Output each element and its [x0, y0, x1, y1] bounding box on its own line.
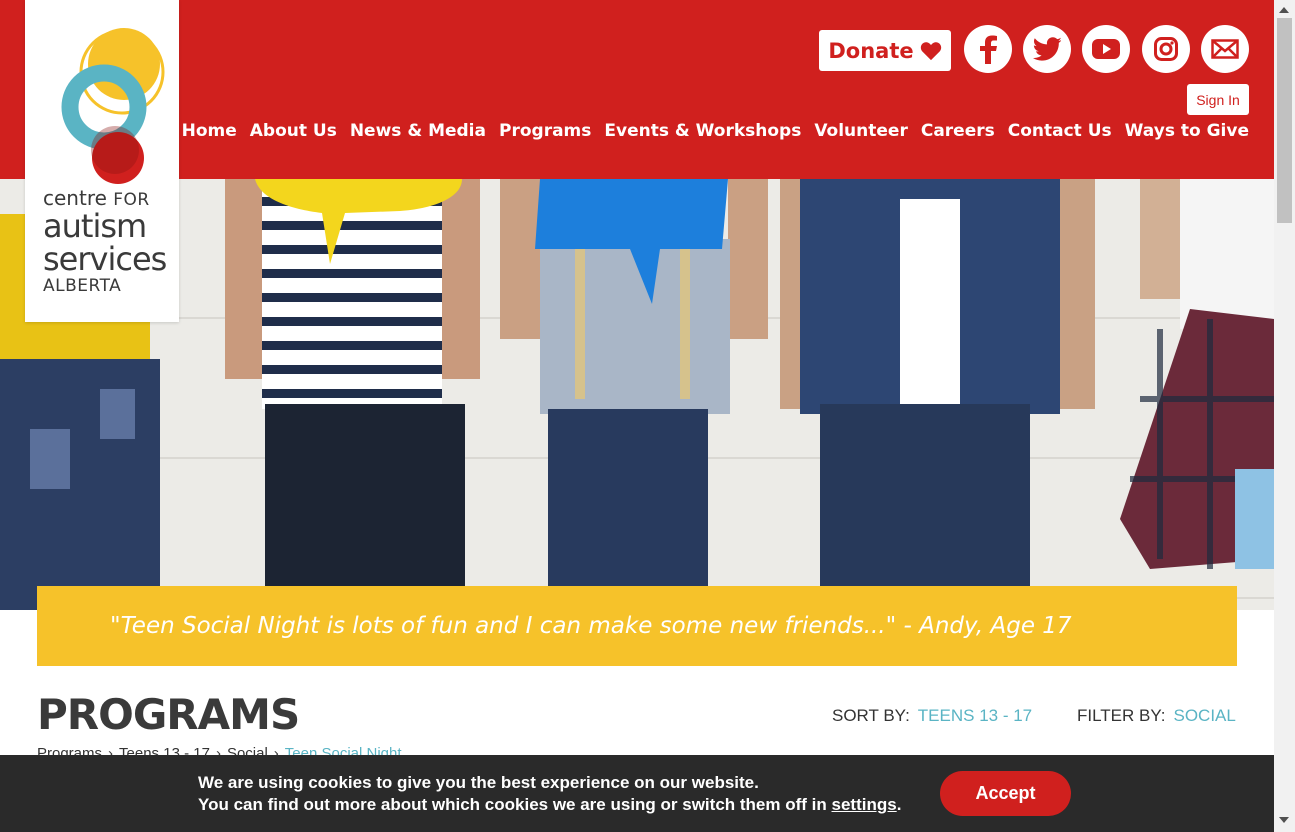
main-nav: Home About Us News & Media Programs Even… — [182, 121, 1249, 141]
logo-alberta-text: ALBERTA — [43, 276, 122, 296]
site-logo[interactable]: centre FOR autism services ALBERTA — [25, 0, 179, 322]
cookie-line-2-text: You can find out more about which cookie… — [198, 795, 827, 814]
cookie-message: We are using cookies to give you the bes… — [198, 772, 901, 816]
sort-control: SORT BY: TEENS 13 - 17 — [832, 706, 1032, 726]
hero-people-illustration — [0, 179, 1274, 610]
heart-icon — [920, 41, 941, 60]
cookie-line-2: You can find out more about which cookie… — [198, 794, 901, 816]
email-icon — [1211, 39, 1239, 59]
youtube-icon — [1092, 39, 1120, 59]
scroll-up-icon[interactable] — [1279, 7, 1289, 13]
cookie-line-2-suffix: . — [896, 795, 902, 814]
facebook-button[interactable] — [964, 25, 1012, 73]
email-button[interactable] — [1201, 25, 1249, 73]
testimonial-banner: "Teen Social Night is lots of fun and I … — [37, 586, 1237, 666]
logo-text: centre FOR autism services ALBERTA — [43, 188, 167, 296]
filter-value-link[interactable]: SOCIAL — [1174, 706, 1236, 726]
scrollbar-thumb[interactable] — [1277, 18, 1292, 223]
twitter-button[interactable] — [1023, 25, 1071, 73]
scroll-down-icon[interactable] — [1279, 817, 1289, 823]
sort-label: SORT BY: — [832, 706, 910, 725]
testimonial-quote: "Teen Social Night is lots of fun and I … — [110, 613, 1072, 639]
logo-services-text: services — [43, 240, 167, 278]
filter-control: FILTER BY: SOCIAL — [1077, 706, 1236, 726]
logo-autism-text: autism — [43, 207, 147, 245]
twitter-icon — [1033, 37, 1061, 61]
nav-contact-us[interactable]: Contact Us — [1008, 121, 1112, 141]
nav-careers[interactable]: Careers — [921, 121, 995, 141]
instagram-button[interactable] — [1142, 25, 1190, 73]
nav-home[interactable]: Home — [182, 121, 237, 141]
cookie-line-1: We are using cookies to give you the bes… — [198, 773, 759, 792]
cookie-banner: We are using cookies to give you the bes… — [0, 755, 1274, 832]
filter-label: FILTER BY: — [1077, 706, 1166, 725]
nav-about-us[interactable]: About Us — [250, 121, 337, 141]
nav-volunteer[interactable]: Volunteer — [814, 121, 908, 141]
page-title: PROGRAMS — [37, 690, 300, 739]
hero-image — [0, 179, 1274, 610]
facebook-icon — [980, 35, 997, 64]
logo-circles-icon — [61, 28, 165, 184]
accept-cookies-button[interactable]: Accept — [940, 771, 1071, 816]
cookie-settings-link[interactable]: settings — [832, 795, 897, 814]
sign-in-button[interactable]: Sign In — [1187, 84, 1249, 115]
sort-value-link[interactable]: TEENS 13 - 17 — [918, 706, 1032, 726]
page-scrollbar[interactable] — [1274, 0, 1295, 832]
site-header: Donate Sign In Home About Us News & Medi… — [0, 0, 1274, 179]
nav-programs[interactable]: Programs — [499, 121, 591, 141]
donate-button[interactable]: Donate — [819, 30, 951, 71]
instagram-icon — [1154, 37, 1178, 61]
donate-label: Donate — [828, 38, 914, 63]
nav-events-workshops[interactable]: Events & Workshops — [604, 121, 801, 141]
youtube-button[interactable] — [1082, 25, 1130, 73]
nav-ways-to-give[interactable]: Ways to Give — [1125, 121, 1249, 141]
nav-news-media[interactable]: News & Media — [350, 121, 486, 141]
